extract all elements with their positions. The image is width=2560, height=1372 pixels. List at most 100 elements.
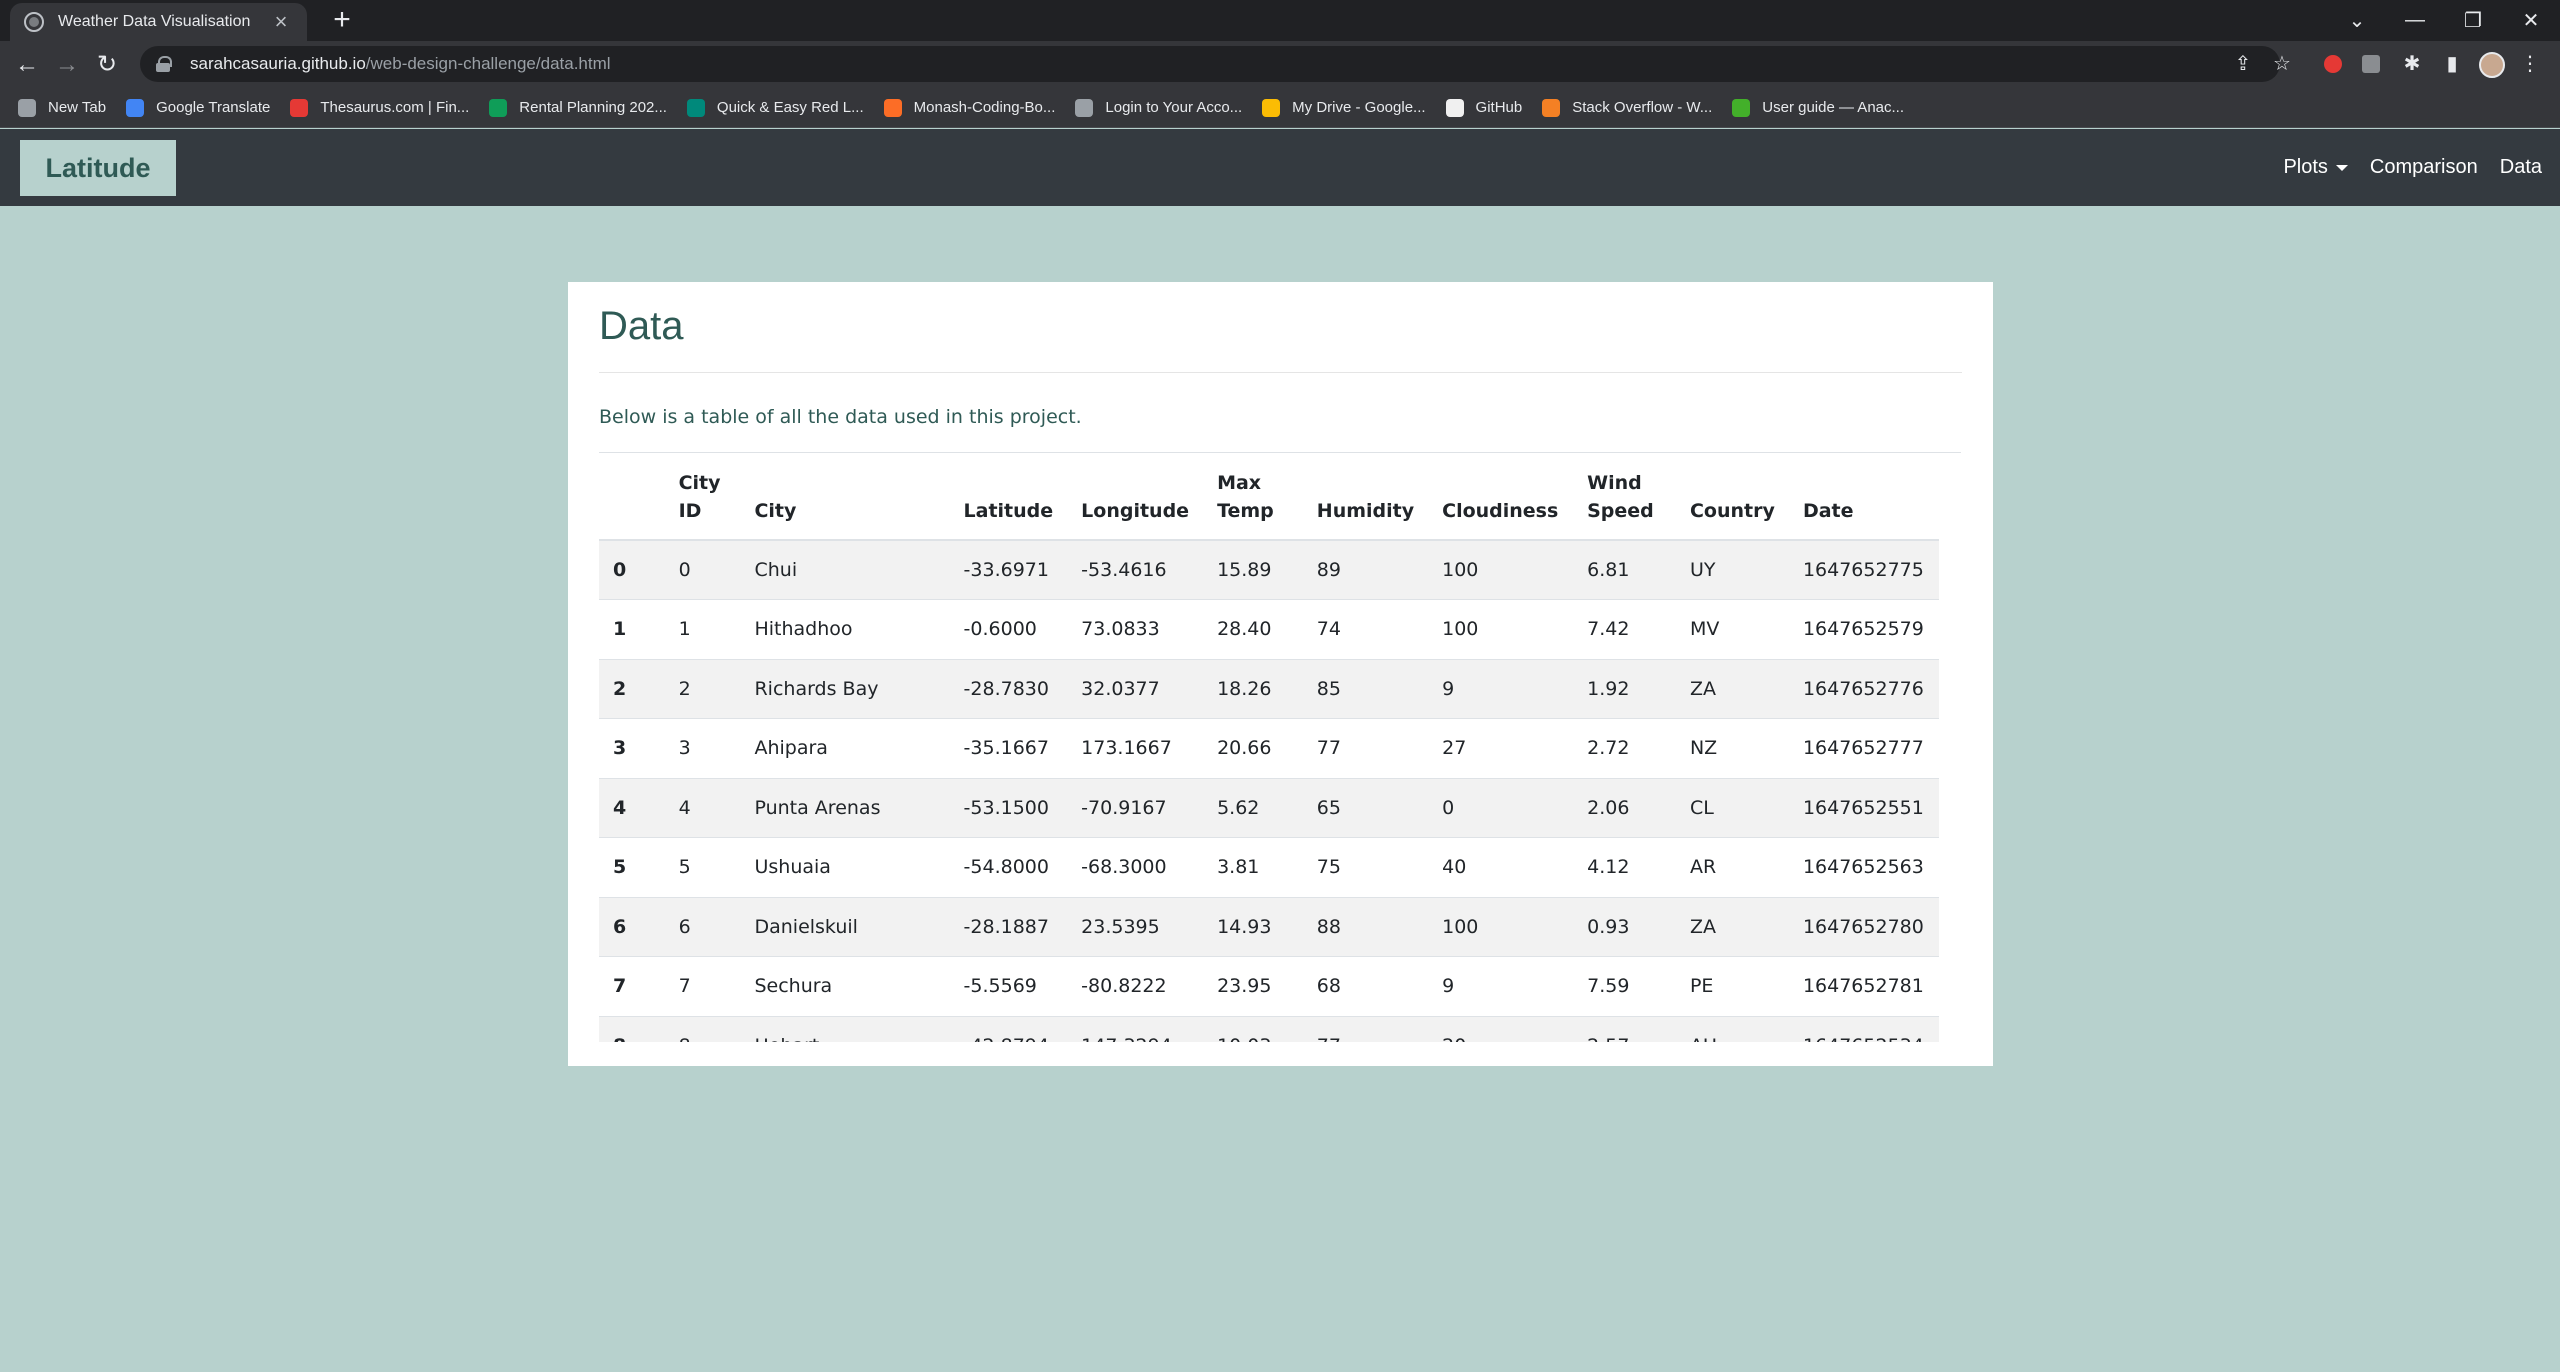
cell-latitude: -42.8794 xyxy=(950,1016,1068,1042)
cell-cloudiness: 20 xyxy=(1428,1016,1573,1042)
tab-close-icon[interactable]: × xyxy=(269,10,293,34)
profile-avatar[interactable] xyxy=(2479,52,2505,78)
cell-country: ZA xyxy=(1689,677,1716,700)
bookmark-favicon-icon xyxy=(18,98,36,117)
minimize-button[interactable]: — xyxy=(2386,0,2444,41)
cell-max-temp: 18.26 xyxy=(1217,677,1272,700)
cell-max-temp: 20.66 xyxy=(1217,737,1272,760)
url-host: sarahcasauria.github.io xyxy=(190,54,366,73)
bookmarks-bar: New Tab Google Translate Thesaurus.com | F… xyxy=(0,88,2560,128)
cell-max-temp: 14.93 xyxy=(1217,915,1272,938)
address-bar[interactable]: sarahcasauria.github.io/web-design-chall… xyxy=(140,46,2280,82)
cell-longitude: -70.9167 xyxy=(1081,796,1167,819)
extension-red-icon[interactable] xyxy=(2324,55,2342,73)
side-panel-icon[interactable]: ▮ xyxy=(2440,52,2464,76)
cell-city-id: 0 xyxy=(678,559,691,581)
reload-button[interactable]: ↻ xyxy=(92,50,122,80)
header-index xyxy=(599,453,665,541)
cell-date: 1647652775 xyxy=(1802,559,1924,581)
bookmark-item[interactable]: Thesaurus.com | Fin... xyxy=(290,98,469,117)
cell-humidity: 85 xyxy=(1316,677,1341,700)
header-latitude: Latitude xyxy=(949,453,1068,541)
cell-cloudiness: 40 xyxy=(1442,856,1467,879)
nav-data[interactable]: Data xyxy=(2500,156,2542,179)
cell-max-temp: 10.03 xyxy=(1203,1016,1303,1042)
bookmark-favicon-icon xyxy=(1542,98,1561,117)
content-card: Data Below is a table of all the data us… xyxy=(568,282,1993,1066)
bookmark-item[interactable]: GitHub xyxy=(1445,98,1522,117)
back-button[interactable]: ← xyxy=(12,50,42,80)
tab-search-icon[interactable]: ⌄ xyxy=(2328,0,2386,41)
cell-index: 7 xyxy=(613,975,627,998)
restore-button[interactable]: ❐ xyxy=(2444,0,2502,41)
bookmark-item[interactable]: Monash-Coding-Bo... xyxy=(883,98,1056,117)
brand-logo[interactable]: Latitude xyxy=(20,140,176,196)
data-table-container[interactable]: City ID City Latitude Longitude Max Temp H… xyxy=(599,452,1961,1042)
cell-longitude: -80.8222 xyxy=(1081,975,1167,998)
bookmark-label: Google Translate xyxy=(156,99,271,116)
cell-humidity: 68 xyxy=(1316,975,1341,998)
cell-city: Punta Arenas xyxy=(754,796,881,819)
cell-wind-speed: 7.42 xyxy=(1587,618,1630,641)
bookmark-item[interactable]: New Tab xyxy=(18,98,107,117)
bookmark-favicon-icon xyxy=(1732,98,1751,117)
bookmark-item[interactable]: Google Translate xyxy=(126,98,271,117)
extension-grey-icon[interactable] xyxy=(2362,55,2380,73)
header-country: Country xyxy=(1675,453,1789,541)
bookmark-item[interactable]: Quick & Easy Red L... xyxy=(686,98,864,117)
cell-cloudiness: 0 xyxy=(1442,796,1455,819)
header-cloudiness: Cloudiness xyxy=(1428,453,1574,541)
cell-country: CL xyxy=(1689,796,1714,819)
browser-tab[interactable]: Weather Data Visualisation × xyxy=(10,3,307,41)
bookmark-favicon-icon xyxy=(126,98,145,117)
bookmark-item[interactable]: Login to Your Acco... xyxy=(1075,98,1242,117)
menu-icon[interactable]: ⋮ xyxy=(2518,52,2542,76)
nav-plots-dropdown[interactable]: Plots xyxy=(2283,156,2348,179)
cell-humidity: 88 xyxy=(1316,915,1341,938)
lock-icon xyxy=(156,56,172,72)
cell-wind-speed: 1.92 xyxy=(1587,677,1630,700)
bookmark-item[interactable]: Rental Planning 202... xyxy=(489,98,667,117)
bookmark-label: New Tab xyxy=(48,99,107,116)
extensions-icon[interactable]: ✱ xyxy=(2400,52,2424,76)
cell-index: 1 xyxy=(613,618,627,641)
table-row: 2 2 Richards Bay -28.7830 32.0377 18.26 85 9 1.9… xyxy=(599,659,1939,719)
header-city: City xyxy=(740,453,950,541)
table-row: 0 0 Chui -33.6971 -53.4616 15.89 89 100 6.81 UY 16… xyxy=(599,540,1939,600)
cell-city-id: 8 xyxy=(665,1016,741,1042)
table-row: 4 4 Punta Arenas -53.1500 -70.9167 5.62 65 0 2.0… xyxy=(599,778,1939,838)
forward-button[interactable]: → xyxy=(52,50,82,80)
cell-latitude: -35.1667 xyxy=(963,737,1049,760)
window-close-button[interactable]: ✕ xyxy=(2502,0,2560,41)
cell-humidity: 77 xyxy=(1303,1016,1428,1042)
new-tab-button[interactable]: + xyxy=(326,4,358,36)
cell-latitude: -54.8000 xyxy=(963,856,1049,879)
bookmark-item[interactable]: User guide — Anac... xyxy=(1732,98,1904,117)
bookmark-favicon-icon xyxy=(290,98,309,117)
globe-icon xyxy=(24,12,44,32)
bookmark-label: Rental Planning 202... xyxy=(519,99,667,116)
table-row: 5 5 Ushuaia -54.8000 -68.3000 3.81 75 40 4.12 AR 1… xyxy=(599,838,1939,897)
bookmark-item[interactable]: Stack Overflow - W... xyxy=(1542,98,1713,117)
bookmark-item[interactable]: My Drive - Google... xyxy=(1262,98,1426,117)
cell-cloudiness: 9 xyxy=(1442,975,1455,998)
cell-date: 1647652777 xyxy=(1802,737,1924,760)
cell-longitude: -53.4616 xyxy=(1081,559,1167,581)
nav-comparison[interactable]: Comparison xyxy=(2370,156,2478,179)
cell-index: 5 xyxy=(613,856,627,879)
cell-latitude: -33.6971 xyxy=(963,559,1049,581)
cell-index: 2 xyxy=(613,677,627,700)
cell-city: Hobart xyxy=(740,1016,949,1042)
table-body: 0 0 Chui -33.6971 -53.4616 15.89 89 100 6.81 UY 16… xyxy=(599,540,1939,1042)
header-date: Date xyxy=(1788,453,1939,541)
bookmark-label: Monash-Coding-Bo... xyxy=(913,99,1056,116)
page-title: Data xyxy=(599,304,684,348)
cell-max-temp: 5.62 xyxy=(1217,796,1260,819)
bookmark-label: Stack Overflow - W... xyxy=(1572,99,1713,116)
cell-index: 3 xyxy=(613,737,627,760)
cell-city: Chui xyxy=(754,559,798,581)
share-icon[interactable]: ⇪ xyxy=(2231,52,2255,76)
bookmark-star-icon[interactable]: ☆ xyxy=(2270,52,2294,76)
cell-city: Hithadhoo xyxy=(754,618,853,641)
cell-city: Ushuaia xyxy=(754,856,831,879)
